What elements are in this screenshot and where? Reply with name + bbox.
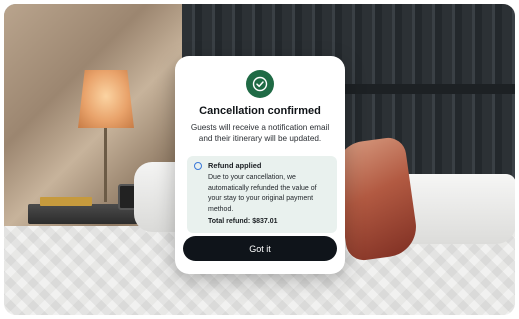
dialog-message: Guests will receive a notification email…	[190, 123, 330, 143]
refund-info-box: Refund applied Due to your cancellation,…	[187, 156, 337, 233]
dialog-title: Cancellation confirmed	[199, 105, 321, 117]
refund-description: Due to your cancellation, we automatical…	[208, 174, 317, 213]
book	[40, 197, 92, 206]
refund-title: Refund applied	[208, 161, 262, 170]
got-it-button[interactable]: Got it	[183, 236, 337, 261]
info-circle-icon	[194, 162, 202, 170]
refund-total: Total refund: $837.01	[208, 218, 278, 225]
lamp-shade	[78, 70, 134, 128]
check-circle-icon	[246, 70, 274, 98]
lamp-stem	[104, 128, 107, 202]
cancellation-dialog: Cancellation confirmed Guests will recei…	[175, 56, 345, 274]
